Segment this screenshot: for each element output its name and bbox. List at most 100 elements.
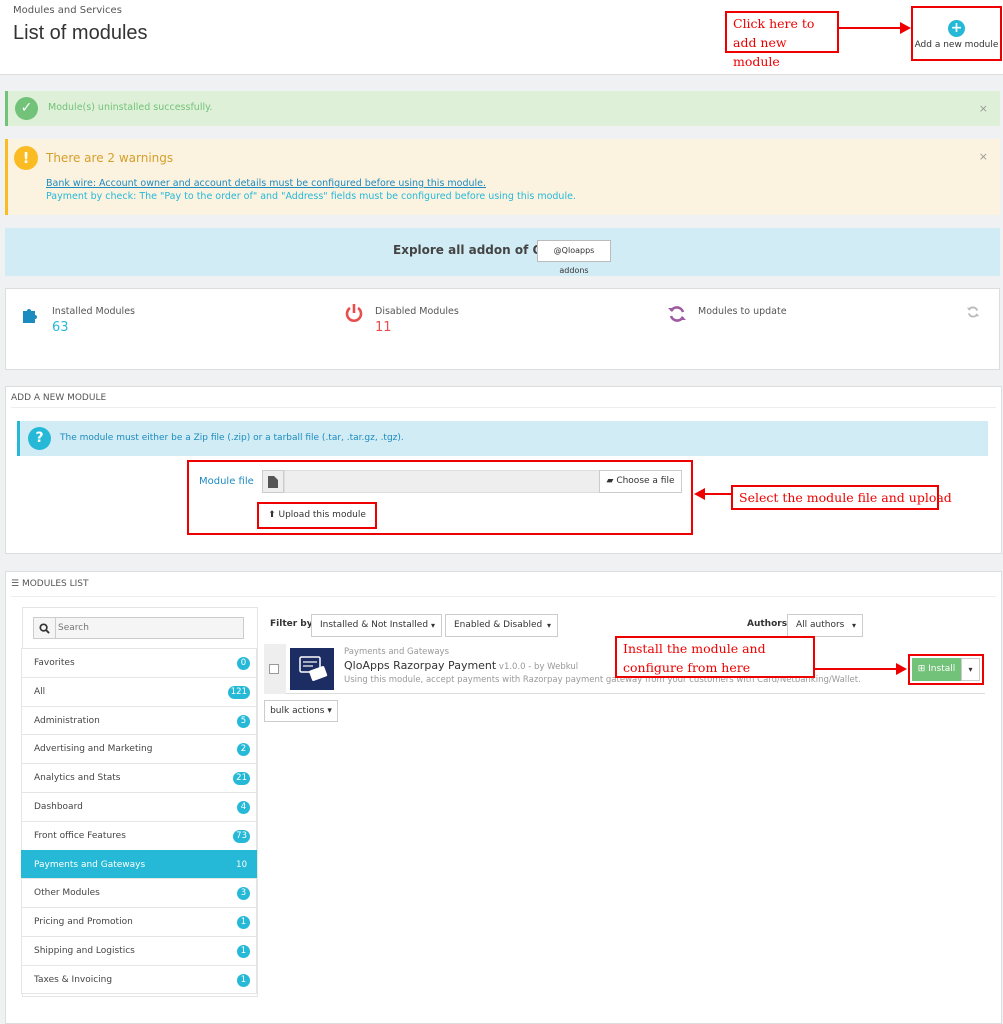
- qloapps-addons-button[interactable]: @Qloapps addons: [537, 240, 611, 275]
- callout-arrow: [704, 493, 731, 495]
- panel-heading: ADD A NEW MODULE: [11, 393, 107, 403]
- panel-heading-wrap: ☰ MODULES LIST: [11, 579, 88, 589]
- disabled-modules-count[interactable]: 11: [375, 320, 392, 335]
- install-filter-select[interactable]: Installed & Not Installed ▾: [311, 614, 442, 637]
- category-item[interactable]: Dashboard 4: [21, 791, 257, 821]
- modules-list-heading: MODULES LIST: [21, 579, 89, 589]
- info-text: The module must either be a Zip file (.z…: [60, 433, 404, 443]
- category-label: Advertising and Marketing: [34, 744, 153, 755]
- category-item[interactable]: All 121: [21, 676, 257, 706]
- close-icon[interactable]: ×: [979, 150, 988, 163]
- upload-module-label: Upload this module: [278, 510, 366, 520]
- category-label: Dashboard: [34, 801, 83, 812]
- install-dropdown-toggle[interactable]: ▾: [961, 658, 980, 681]
- chevron-down-icon: ▾: [430, 621, 435, 630]
- success-message: Module(s) uninstalled successfully.: [48, 102, 213, 113]
- exclamation-icon: !: [14, 146, 38, 170]
- plus-circle-icon: +: [948, 20, 965, 37]
- category-label: Taxes & Invoicing: [34, 974, 113, 985]
- puzzle-icon: [23, 309, 37, 323]
- enabled-filter-value: Enabled & Disabled: [454, 620, 543, 630]
- bulk-actions-button[interactable]: bulk actions ▾: [264, 700, 338, 722]
- authors-value: All authors: [796, 620, 845, 630]
- category-label: Other Modules: [34, 888, 100, 899]
- category-count: 0: [237, 657, 250, 670]
- refresh-icon[interactable]: [966, 305, 980, 319]
- choose-file-button[interactable]: ▰ Choose a file: [599, 470, 682, 493]
- warning-text-check: Payment by check: The "Pay to the order …: [46, 191, 576, 202]
- bulk-actions-label: bulk actions: [270, 706, 325, 716]
- choose-file-label: Choose a file: [616, 476, 675, 486]
- module-checkbox[interactable]: [269, 664, 279, 674]
- category-count: 1: [237, 973, 250, 987]
- caret-down-icon: ▾: [968, 665, 973, 674]
- module-checkbox-cell: [264, 644, 286, 694]
- add-new-module-button[interactable]: + Add a new module: [911, 6, 1002, 61]
- category-count: 5: [237, 714, 250, 728]
- category-count: 73: [233, 829, 250, 843]
- filter-by-label: Filter by: [270, 619, 313, 629]
- callout-arrow: [839, 27, 901, 29]
- category-label: Administration: [34, 715, 100, 726]
- folder-icon: ▰: [606, 476, 614, 486]
- authors-label: Authors: [747, 619, 788, 629]
- warning-link-bankwire[interactable]: Bank wire: Account owner and account det…: [46, 178, 486, 189]
- category-item[interactable]: Pricing and Promotion 1: [21, 907, 257, 936]
- page-header: [0, 0, 1003, 75]
- category-item[interactable]: Analytics and Stats 21: [21, 763, 257, 792]
- category-item[interactable]: Other Modules 3: [21, 878, 257, 908]
- category-count: 4: [237, 800, 250, 814]
- install-filter-value: Installed & Not Installed: [320, 620, 429, 630]
- enabled-filter-select[interactable]: Enabled & Disabled ▾: [445, 614, 558, 637]
- disabled-modules-label: Disabled Modules: [375, 306, 459, 317]
- installed-modules-label: Installed Modules: [52, 306, 135, 317]
- callout-arrow-head: [900, 22, 911, 34]
- module-version: v1.0.0 - by Webkul: [496, 662, 579, 672]
- category-item[interactable]: Administration 5: [21, 705, 257, 735]
- callout-arrow-head: [896, 663, 907, 675]
- check-circle-icon: ✓: [15, 97, 38, 120]
- close-icon[interactable]: ×: [979, 102, 988, 115]
- category-count: 3: [237, 887, 250, 901]
- chevron-down-icon: ▾: [546, 621, 551, 630]
- category-count: 121: [227, 685, 250, 699]
- breadcrumb[interactable]: Modules and Services: [13, 5, 122, 16]
- search-icon: [34, 618, 56, 638]
- modules-to-update-label: Modules to update: [698, 306, 787, 317]
- category-label: Payments and Gateways: [34, 859, 146, 870]
- category-item[interactable]: Front office Features 73: [21, 820, 257, 850]
- category-count: 21: [233, 772, 250, 786]
- category-list: Favorites 0 All 121 Administration 5 Advert…: [21, 648, 257, 994]
- module-file-input[interactable]: [284, 470, 600, 493]
- search-input[interactable]: [58, 620, 238, 636]
- refresh-icon: [668, 306, 686, 322]
- callout-install: Install the module and configure from he…: [615, 636, 815, 678]
- file-icon: [262, 470, 284, 493]
- explore-addons-banner: Explore all addon of Qloapps @Qloapps ad…: [5, 228, 1000, 276]
- category-item[interactable]: Taxes & Invoicing 1: [21, 964, 257, 994]
- category-item[interactable]: Advertising and Marketing 2: [21, 734, 257, 764]
- question-circle-icon: ?: [28, 427, 51, 450]
- success-alert: ✓ Module(s) uninstalled successfully. ×: [5, 91, 1000, 126]
- install-button[interactable]: ⊞ Install: [912, 658, 961, 681]
- category-label: Analytics and Stats: [34, 773, 121, 784]
- category-count: 1: [237, 944, 250, 958]
- callout-select-file: Select the module file and upload: [731, 485, 952, 510]
- authors-select[interactable]: All authors ▾: [787, 614, 863, 637]
- category-item-active[interactable]: Payments and Gateways 10: [21, 849, 257, 879]
- module-name: QloApps Razorpay Payment: [344, 659, 497, 672]
- upload-module-button[interactable]: ⬆ Upload this module: [257, 502, 377, 529]
- category-item[interactable]: Shipping and Logistics 1: [21, 935, 257, 965]
- list-icon: ☰: [11, 579, 20, 589]
- warning-alert: ! There are 2 warnings Bank wire: Accoun…: [5, 139, 1000, 215]
- category-count: 1: [237, 916, 250, 930]
- category-label: Pricing and Promotion: [34, 917, 133, 928]
- category-label: Shipping and Logistics: [34, 945, 135, 956]
- installed-modules-count[interactable]: 63: [52, 320, 69, 335]
- module-logo: [290, 648, 334, 690]
- category-count: 10: [236, 859, 247, 870]
- category-count: 2: [237, 743, 250, 757]
- module-file-label: Module file: [199, 476, 254, 487]
- callout-add-module: Click here to add new module: [725, 11, 839, 69]
- category-item[interactable]: Favorites 0: [21, 648, 257, 677]
